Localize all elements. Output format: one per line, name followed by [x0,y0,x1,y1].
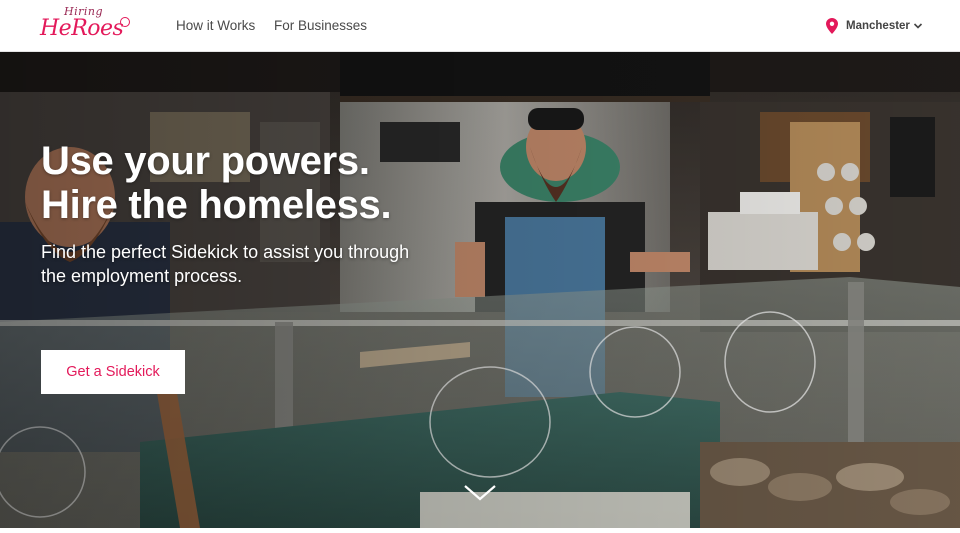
logo-wordmark: HeRoes [40,16,124,41]
nav-for-businesses[interactable]: For Businesses [274,18,367,33]
hero-section: Use your powers. Hire the homeless. Find… [0,52,960,528]
get-a-sidekick-button[interactable]: Get a Sidekick [41,350,185,394]
hero-subtext: Find the perfect Sidekick to assist you … [41,242,410,286]
hero-headline-line-1: Use your powers. [41,139,370,183]
chevron-down-icon[interactable] [462,482,498,504]
logo[interactable]: Hiring HeRoes [40,5,135,47]
hero-bottom-edge [0,528,960,533]
location-selector[interactable]: Manchester [826,17,923,35]
nav-how-it-works[interactable]: How it Works [176,18,255,33]
page: Hiring HeRoes How it Works For Businesse… [0,0,960,533]
hero-headline: Use your powers. Hire the homeless. [41,139,392,227]
location-label: Manchester [846,20,910,32]
hero-overlay [0,52,960,528]
chevron-down-icon [913,23,922,29]
hero-headline-line-2: Hire the homeless. [41,183,392,227]
map-pin-icon [826,18,838,34]
top-nav: Hiring HeRoes How it Works For Businesse… [0,0,960,52]
logo-badge-icon [120,17,130,27]
